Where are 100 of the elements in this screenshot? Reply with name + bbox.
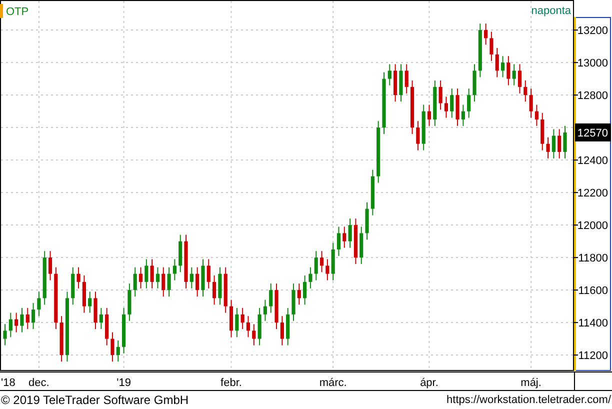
candlestick — [500, 56, 505, 78]
candlestick — [336, 226, 341, 256]
symbol-label: OTP — [6, 6, 29, 18]
candlestick — [37, 291, 41, 317]
candlestick — [162, 266, 166, 298]
candlestick — [269, 283, 273, 314]
candlestick — [94, 291, 98, 330]
candlestick — [388, 64, 392, 86]
candlestick — [76, 266, 80, 289]
candlestick — [144, 258, 148, 289]
candlestick — [404, 64, 408, 94]
candlestick — [410, 80, 414, 135]
candlestick — [512, 64, 516, 86]
candlestick — [178, 234, 182, 273]
candlestick — [60, 316, 64, 362]
candlestick — [116, 340, 120, 362]
candlestick — [26, 307, 30, 330]
candlestick — [128, 283, 132, 322]
x-tick-label: márc. — [319, 377, 347, 389]
candlestick — [218, 266, 222, 306]
candlestick — [184, 234, 188, 289]
candlestick — [467, 88, 471, 118]
candlestick — [235, 307, 239, 338]
candlestick — [438, 80, 442, 110]
y-tick-label: 12200 — [577, 188, 608, 200]
candlestick — [303, 274, 307, 306]
candlestick — [495, 47, 499, 78]
candlestick — [506, 56, 510, 86]
website-link[interactable]: https://workstation.teletrader.com/ — [446, 394, 611, 406]
candlestick — [292, 283, 296, 322]
candlestick — [326, 258, 330, 281]
symbol-marker — [0, 4, 3, 18]
candlestick — [563, 125, 567, 159]
y-tick-label: 12400 — [577, 155, 608, 168]
x-tick-label: ápr. — [420, 377, 438, 389]
candlestick — [172, 258, 176, 281]
candlestick — [534, 104, 539, 126]
candlestick — [122, 307, 126, 354]
candlestick — [422, 104, 426, 151]
candlestick — [558, 128, 562, 159]
candlestick — [105, 307, 109, 346]
candlestick — [348, 218, 352, 248]
y-tick-label: 13000 — [577, 58, 608, 70]
candlestick — [456, 88, 460, 126]
candlestick — [201, 258, 205, 298]
candlestick — [274, 283, 278, 330]
interval-label: naponta — [531, 5, 571, 17]
candlestick — [331, 242, 335, 281]
candlestick — [8, 312, 12, 338]
candlestick — [308, 266, 312, 289]
candlestick — [196, 266, 200, 298]
copyright-text: © 2019 TeleTrader Software GmbH — [1, 394, 189, 406]
candlestick — [399, 64, 403, 102]
candlestick — [54, 266, 58, 330]
candlestick — [82, 274, 86, 314]
candlestick — [212, 274, 216, 306]
candlestick — [546, 136, 550, 159]
candlestick — [342, 226, 346, 248]
candlestick — [31, 302, 36, 330]
candlestick — [240, 307, 244, 330]
candlestick — [20, 307, 24, 333]
candlestick — [65, 291, 70, 362]
candlestick — [370, 169, 374, 216]
candlestick — [382, 72, 386, 135]
candlestick — [71, 266, 75, 306]
candlestick — [88, 291, 92, 314]
candlestick — [360, 226, 364, 265]
candlestick — [297, 283, 301, 306]
candlestick — [320, 250, 324, 273]
candlestick — [524, 80, 528, 102]
x-tick-label: febr. — [220, 377, 242, 389]
candlestick — [450, 88, 454, 118]
x-tick-label: máj. — [520, 377, 542, 389]
candlestick — [365, 202, 369, 240]
candlestick — [518, 64, 522, 94]
x-tick-label: dec. — [28, 377, 50, 389]
candlestick — [3, 324, 7, 346]
y-tick-label: 12000 — [577, 220, 608, 232]
candlestick — [529, 88, 533, 118]
y-tick-label: 11800 — [578, 252, 608, 265]
candlestick — [472, 64, 476, 102]
candlestick — [224, 266, 228, 314]
last-price-tag: 12570 — [575, 123, 611, 142]
candlestick — [433, 80, 437, 126]
candlestick — [286, 307, 290, 346]
candlestick — [376, 120, 380, 184]
candlestick — [246, 316, 250, 338]
candlestick — [229, 299, 234, 338]
candlestick — [110, 332, 114, 362]
candlestick — [150, 258, 154, 289]
candlestick — [552, 128, 556, 159]
candlestick — [14, 312, 18, 333]
candlestick — [263, 299, 267, 322]
candlestick — [280, 316, 284, 346]
candlestick — [167, 266, 171, 298]
candlestick — [394, 64, 398, 102]
candlestick — [444, 96, 448, 118]
x-tick-label: '19 — [116, 377, 131, 389]
y-tick-label: 11400 — [578, 318, 608, 330]
candlestick — [156, 266, 160, 289]
